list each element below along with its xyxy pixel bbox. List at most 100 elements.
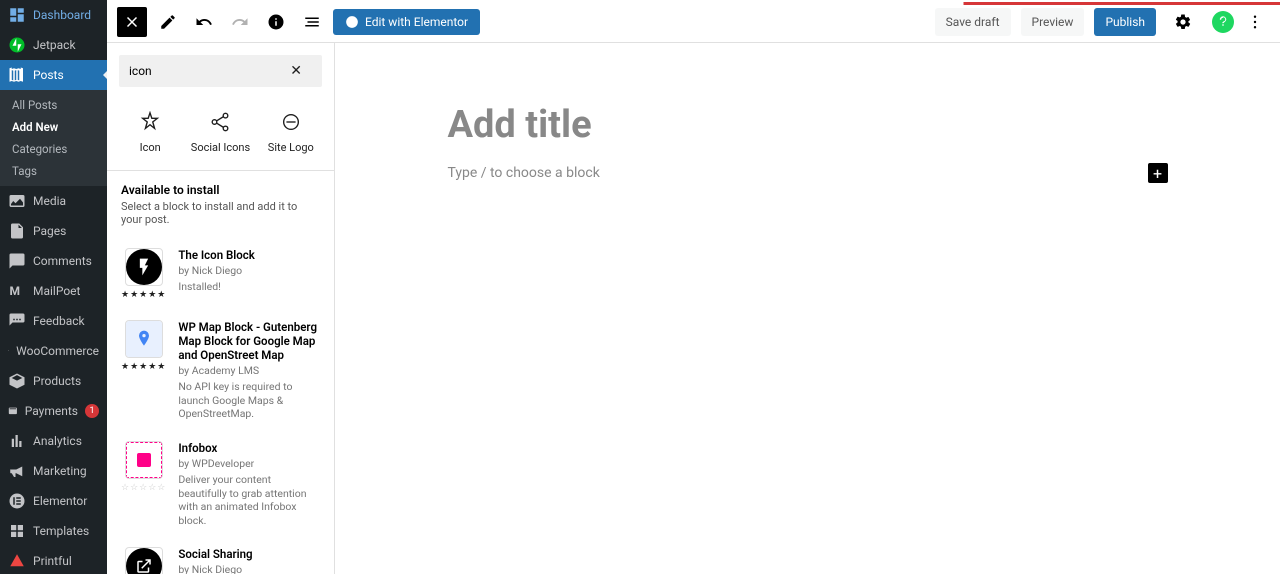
products-icon [8, 372, 26, 390]
install-item[interactable]: ☆☆☆☆☆ Infobox by WPDeveloper Deliver you… [121, 431, 320, 538]
sidebar-item-feedback[interactable]: Feedback [0, 306, 107, 336]
sidebar-item-posts[interactable]: Posts [0, 60, 107, 90]
sidebar-label: Payments [25, 404, 78, 418]
sidebar-label: WooCommerce [16, 344, 99, 358]
redo-button[interactable] [225, 7, 255, 37]
sidebar-label: Templates [33, 524, 89, 538]
search-row: ✕ [119, 55, 322, 87]
save-draft-button[interactable]: Save draft [935, 8, 1011, 36]
sidebar-item-comments[interactable]: Comments [0, 246, 107, 276]
sidebar-label: MailPoet [33, 284, 80, 298]
edit-with-elementor-button[interactable]: Edit with Elementor [333, 9, 480, 35]
sidebar-item-media[interactable]: Media [0, 186, 107, 216]
sidebar-label: Pages [33, 224, 66, 238]
rating-stars: ★★★★★ [121, 362, 166, 372]
dashboard-icon [8, 6, 26, 24]
svg-text:M: M [10, 284, 21, 298]
sidebar-item-mailpoet[interactable]: M MailPoet [0, 276, 107, 306]
printful-icon [8, 552, 26, 570]
sidebar-label: Jetpack [33, 38, 76, 52]
settings-button[interactable] [1168, 7, 1198, 37]
block-card-icon[interactable]: Icon [120, 111, 180, 154]
block-label: Social Icons [191, 141, 250, 154]
rating-stars: ★★★★★ [121, 290, 166, 300]
plugin-author: by Nick Diego [178, 563, 320, 574]
outline-button[interactable] [297, 7, 327, 37]
sidebar-item-marketing[interactable]: Marketing [0, 456, 107, 486]
install-item[interactable]: ★★★★★ The Icon Block by Nick Diego Insta… [121, 238, 320, 310]
sidebar-label: Marketing [33, 464, 87, 478]
sidebar-item-payments[interactable]: Payments 1 [0, 396, 107, 426]
undo-button[interactable] [189, 7, 219, 37]
plugin-desc: No API key is required to launch Google … [178, 380, 320, 421]
badge: 1 [85, 404, 99, 418]
sidebar-label: Comments [33, 254, 92, 268]
plugin-title: Social Sharing [178, 547, 320, 561]
install-item[interactable]: ★★★★★ Social Sharing by Nick Diego Effor… [121, 537, 320, 574]
block-card-social-icons[interactable]: Social Icons [190, 111, 250, 154]
plugin-author: by WPDeveloper [178, 457, 320, 470]
sidebar-item-dashboard[interactable]: Dashboard [0, 0, 107, 30]
plugin-desc: Deliver your content beautifully to grab… [178, 473, 320, 528]
sidebar-item-analytics[interactable]: Analytics [0, 426, 107, 456]
sidebar-item-printful[interactable]: Printful [0, 546, 107, 574]
feedback-icon [8, 312, 26, 330]
user-avatar[interactable] [1212, 11, 1234, 33]
block-card-site-logo[interactable]: Site Logo [261, 111, 321, 154]
templates-icon [8, 522, 26, 540]
sidebar-item-jetpack[interactable]: Jetpack [0, 30, 107, 60]
tools-button[interactable] [153, 7, 183, 37]
svg-text:woo: woo [8, 350, 9, 351]
sidebar-item-templates[interactable]: Templates [0, 516, 107, 546]
sidebar-label: Posts [33, 68, 64, 82]
more-options-button[interactable] [1240, 7, 1270, 37]
sub-item-all-posts[interactable]: All Posts [0, 94, 107, 116]
sidebar-item-elementor[interactable]: Elementor [0, 486, 107, 516]
sidebar-label: Printful [33, 554, 72, 568]
plugin-thumb [125, 248, 163, 286]
post-title-input[interactable]: Add title [448, 103, 1168, 147]
sidebar-label: Feedback [33, 314, 85, 328]
editor-canvas: Add title Type / to choose a block + [335, 43, 1280, 574]
block-label: Site Logo [268, 141, 314, 154]
admin-sidebar: Dashboard Jetpack Posts All PostsAdd NewCat… [0, 0, 107, 574]
sidebar-label: Media [33, 194, 66, 208]
block-hint[interactable]: Type / to choose a block [448, 165, 1168, 181]
available-section: Available to install Select a block to i… [107, 171, 334, 238]
plugin-title: Infobox [178, 441, 320, 455]
sub-item-tags[interactable]: Tags [0, 160, 107, 182]
plugin-author: by Nick Diego [178, 264, 255, 277]
close-inserter-button[interactable] [117, 7, 147, 37]
install-item[interactable]: ★★★★★ WP Map Block - Gutenberg Map Block… [121, 310, 320, 431]
comments-icon [8, 252, 26, 270]
block-results: Icon Social Icons Site Logo [107, 99, 334, 170]
add-block-button[interactable]: + [1148, 163, 1168, 183]
sub-item-categories[interactable]: Categories [0, 138, 107, 160]
block-inserter-panel: ✕ Icon Social Icons Site Logo Available to… [107, 43, 335, 574]
sidebar-label: Products [33, 374, 81, 388]
sidebar-label: Elementor [33, 494, 87, 508]
sub-item-add-new[interactable]: Add New [0, 116, 107, 138]
main-panel: Edit with Elementor Save draft Preview P… [107, 0, 1280, 574]
posts-icon [8, 66, 26, 84]
media-icon [8, 192, 26, 210]
info-button[interactable] [261, 7, 291, 37]
preview-button[interactable]: Preview [1021, 8, 1085, 36]
jetpack-icon [8, 36, 26, 54]
plugin-title: The Icon Block [178, 248, 255, 262]
woo-icon: woo [8, 342, 9, 360]
payments-icon [8, 402, 18, 420]
plugin-thumb [125, 441, 163, 479]
sidebar-item-woocommerce[interactable]: woo WooCommerce [0, 336, 107, 366]
block-label: Icon [140, 141, 161, 154]
available-subtitle: Select a block to install and add it to … [121, 200, 320, 226]
workspace: ✕ Icon Social Icons Site Logo Available to… [107, 43, 1280, 574]
elementor-label: Edit with Elementor [365, 15, 468, 29]
plugin-title: WP Map Block - Gutenberg Map Block for G… [178, 320, 320, 362]
pages-icon [8, 222, 26, 240]
sidebar-item-products[interactable]: Products [0, 366, 107, 396]
sidebar-item-pages[interactable]: Pages [0, 216, 107, 246]
clear-search-icon[interactable]: ✕ [290, 63, 302, 79]
editor-topbar: Edit with Elementor Save draft Preview P… [107, 2, 1280, 43]
publish-button[interactable]: Publish [1094, 8, 1156, 36]
